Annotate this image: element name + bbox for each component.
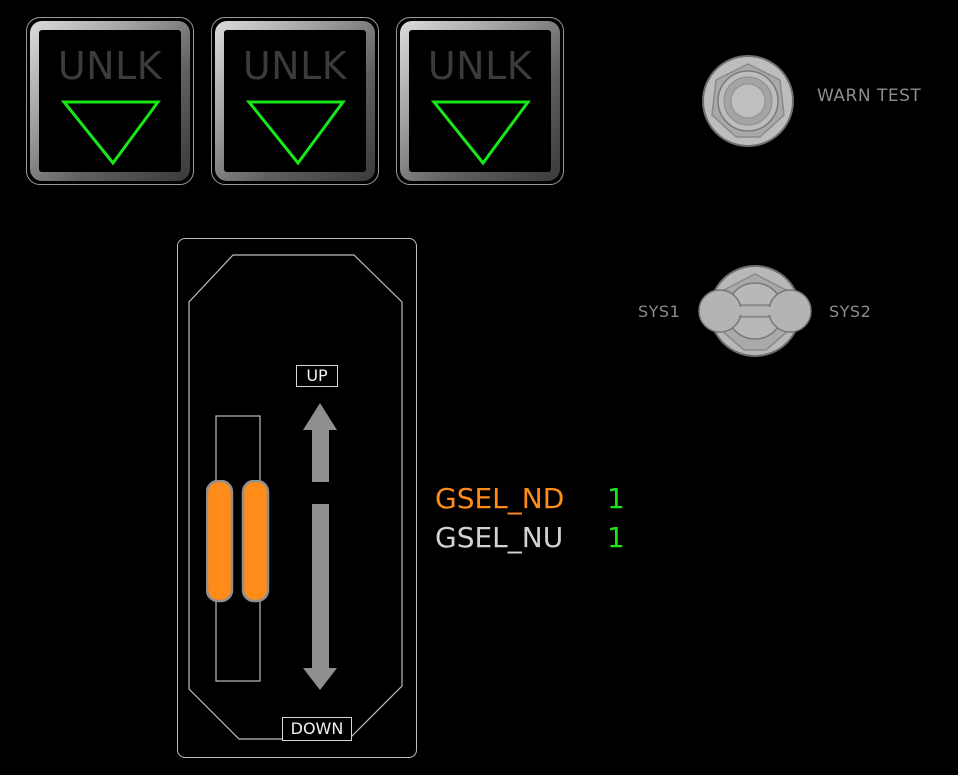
status-value: 1 [607,482,625,515]
status-row-gsel-nu: GSEL_NU 1 [435,524,625,552]
down-triangle-icon [245,100,346,166]
gear-handle[interactable] [206,480,270,604]
down-triangle-icon [430,100,531,166]
warn-test-label: WARN TEST [817,86,922,106]
up-label: UP [296,365,338,387]
gear-indicator-nose[interactable]: UNLK [211,17,379,185]
status-name: GSEL_ND [435,482,565,515]
sys-toggle-switch[interactable] [696,262,814,360]
warn-test-button[interactable] [700,55,798,149]
down-triangle-icon [60,100,161,166]
status-value: 1 [607,521,625,554]
sys2-label: SYS2 [829,302,872,321]
gear-indicator-left[interactable]: UNLK [26,17,194,185]
gear-indicator-right[interactable]: UNLK [396,17,564,185]
status-row-gsel-nd: GSEL_ND 1 [435,485,625,513]
down-label: DOWN [282,717,352,741]
status-name: GSEL_NU [435,521,564,554]
sys1-label: SYS1 [638,302,681,321]
